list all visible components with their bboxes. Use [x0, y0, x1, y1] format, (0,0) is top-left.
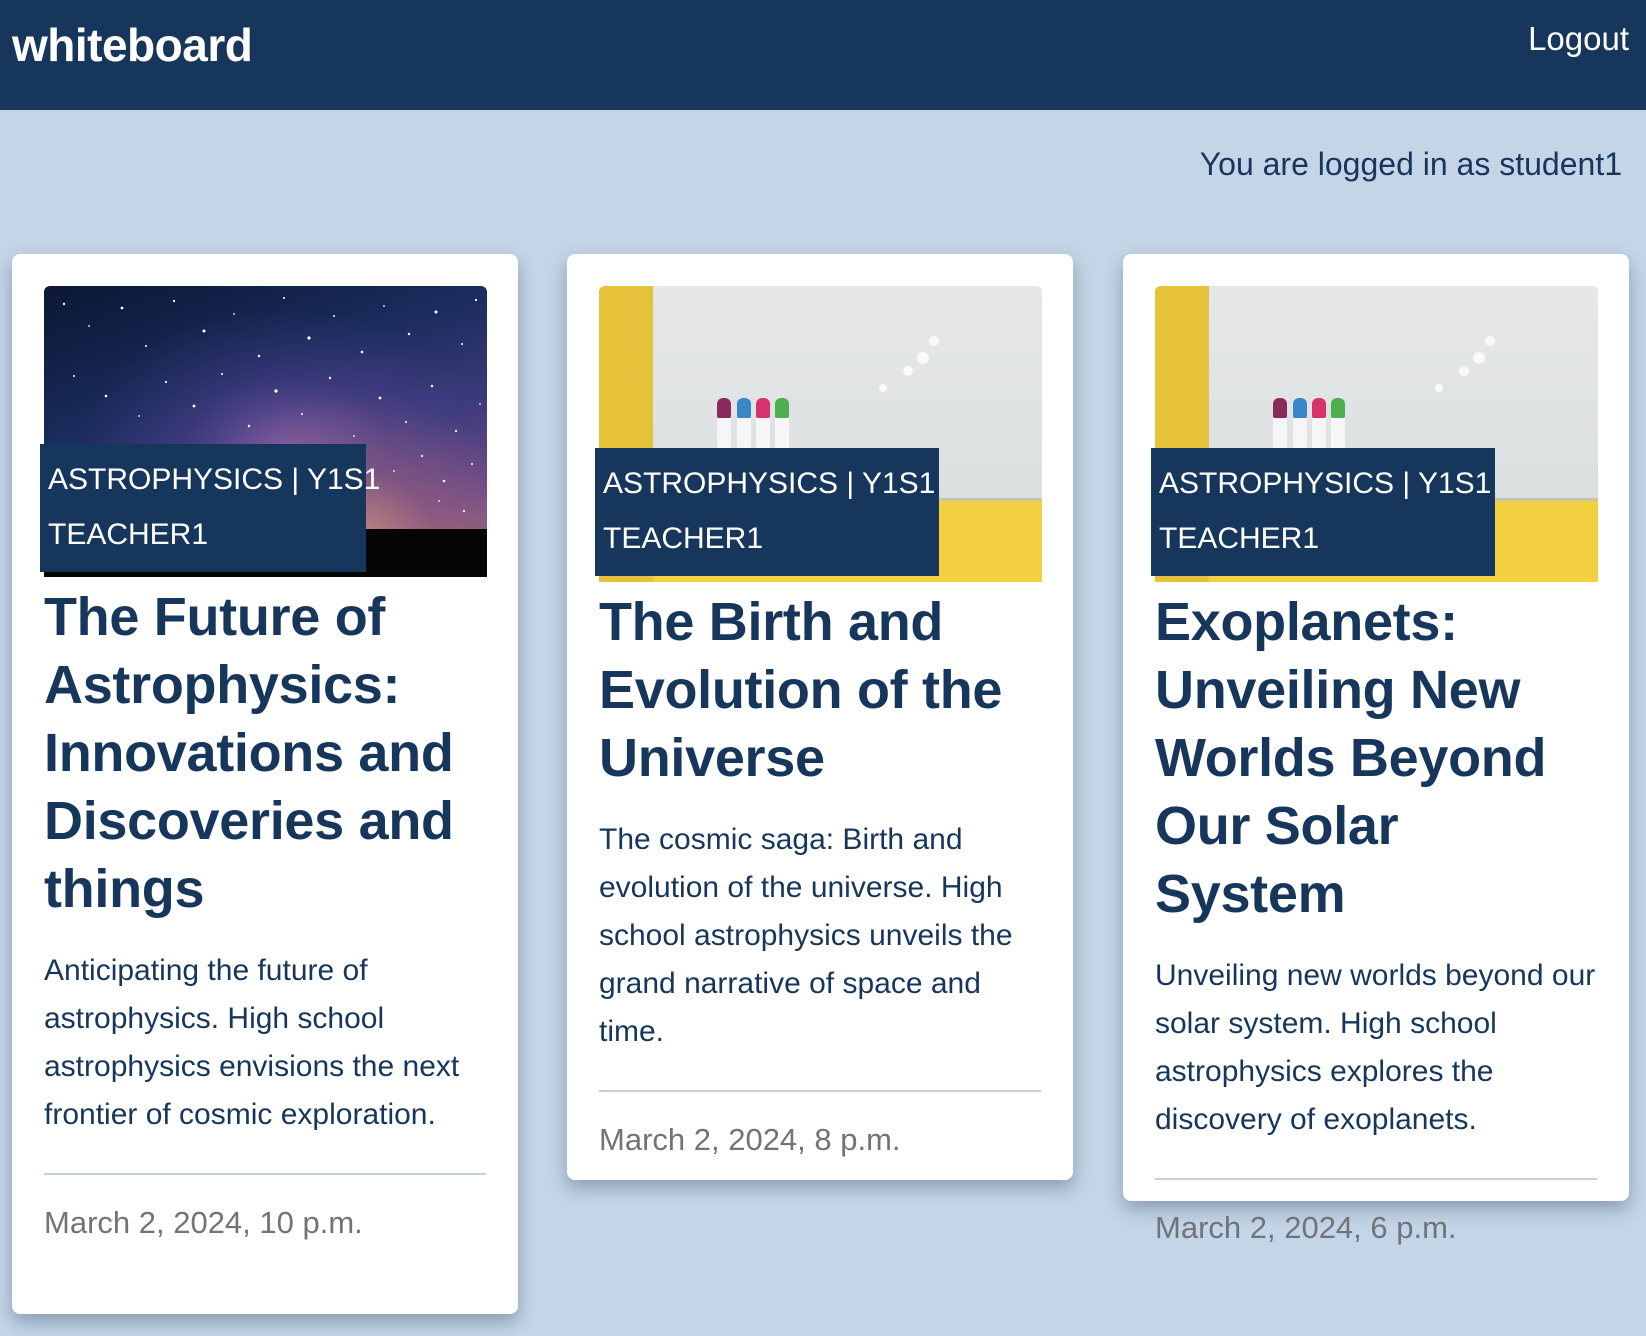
card-description: Unveiling new worlds beyond our solar sy…: [1155, 959, 1596, 1136]
course-post-card[interactable]: ASTROPHYSICS | Y1S1 TEACHER1 The Future …: [12, 254, 518, 1314]
course-tag-subject: ASTROPHYSICS | Y1S1: [1159, 467, 1492, 500]
logged-in-status: You are logged in as student1: [1199, 146, 1622, 182]
card-description: The cosmic saga: Birth and evolution of …: [599, 823, 1013, 1048]
card-date: March 2, 2024, 10 p.m.: [44, 1205, 363, 1240]
card-date: March 2, 2024, 8 p.m.: [599, 1122, 901, 1157]
card-description: Anticipating the future of astrophysics.…: [44, 954, 460, 1131]
card-thumbnail[interactable]: ASTROPHYSICS | Y1S1 TEACHER1: [40, 286, 487, 577]
course-tag: ASTROPHYSICS | Y1S1 TEACHER1: [595, 448, 939, 576]
course-tag-subject: ASTROPHYSICS | Y1S1: [603, 467, 936, 500]
logout-link[interactable]: Logout: [1528, 20, 1629, 58]
card-title[interactable]: The Future of Astrophysics: Innovations …: [44, 583, 486, 923]
course-post-card[interactable]: ASTROPHYSICS | Y1S1 TEACHER1 Exoplanets:…: [1123, 254, 1629, 1245]
card-divider: [1155, 1178, 1597, 1180]
card-title[interactable]: Exoplanets: Unveiling New Worlds Beyond …: [1155, 588, 1597, 928]
card-title[interactable]: The Birth and Evolution of the Universe: [599, 588, 1041, 792]
course-tag-teacher: TEACHER1: [48, 518, 209, 551]
course-tag-teacher: TEACHER1: [1159, 522, 1320, 555]
course-post-card[interactable]: ASTROPHYSICS | Y1S1 TEACHER1 The Birth a…: [567, 254, 1073, 1180]
card-thumbnail[interactable]: ASTROPHYSICS | Y1S1 TEACHER1: [595, 286, 1042, 582]
card-divider: [599, 1090, 1041, 1092]
course-tag-subject: ASTROPHYSICS | Y1S1: [48, 463, 381, 496]
course-tag-teacher: TEACHER1: [603, 522, 764, 555]
brand-logo[interactable]: whiteboard: [12, 18, 253, 72]
course-tag: ASTROPHYSICS | Y1S1 TEACHER1: [1151, 448, 1495, 576]
card-thumbnail[interactable]: ASTROPHYSICS | Y1S1 TEACHER1: [1151, 286, 1598, 582]
card-divider: [44, 1173, 486, 1175]
top-navbar: whiteboard Logout: [0, 0, 1646, 110]
card-date: March 2, 2024, 6 p.m.: [1155, 1210, 1457, 1245]
course-tag: ASTROPHYSICS | Y1S1 TEACHER1: [40, 444, 381, 572]
